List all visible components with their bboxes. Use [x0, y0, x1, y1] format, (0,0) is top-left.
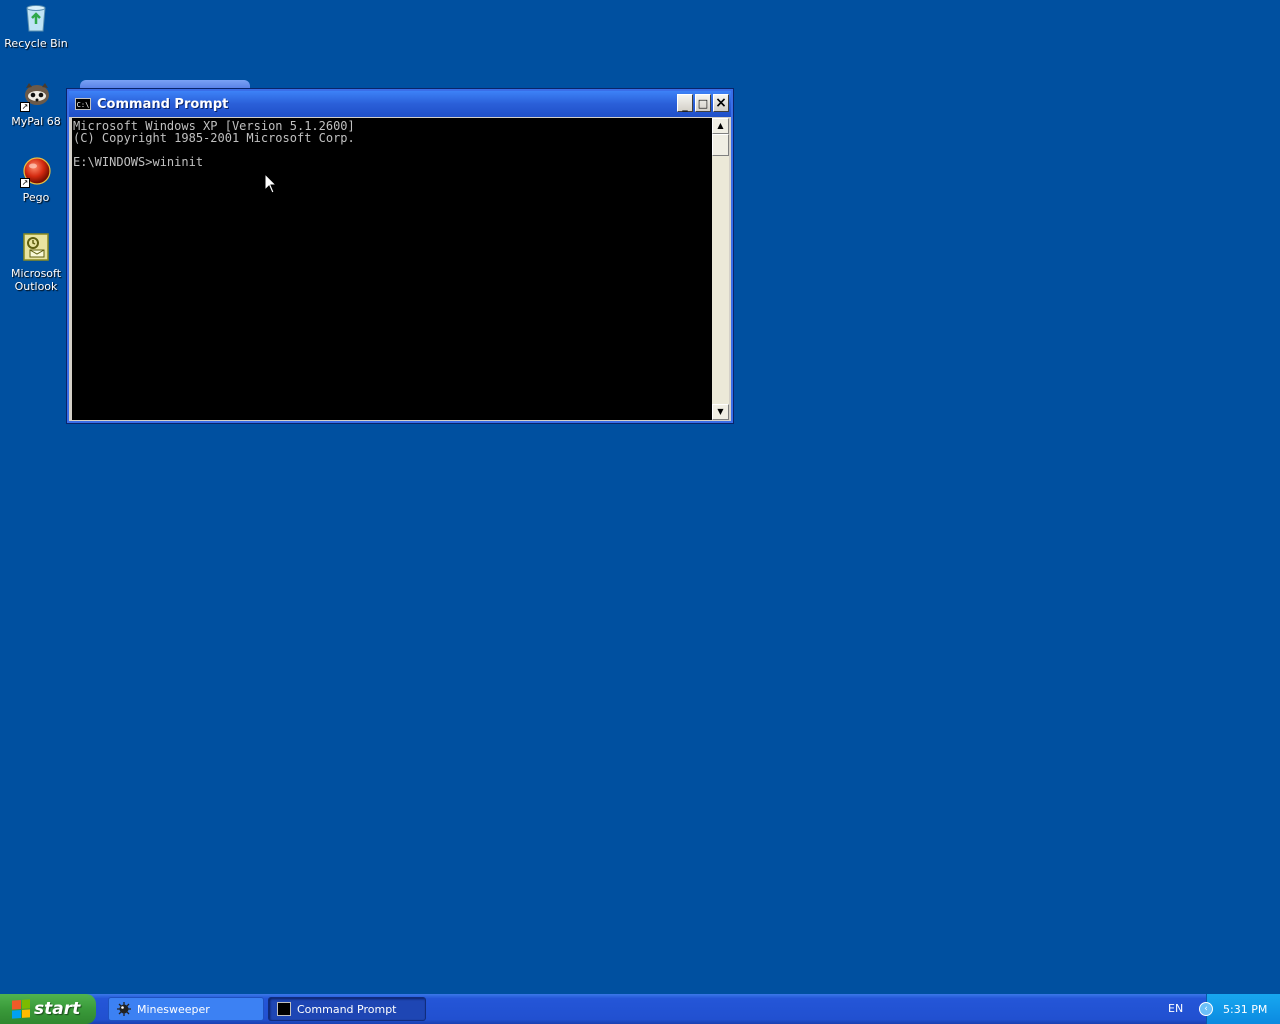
maximize-icon: □ — [697, 96, 709, 110]
desktop-icon-label: Pego — [22, 191, 50, 204]
scroll-up-button[interactable]: ▲ — [712, 118, 729, 134]
window-titlebar[interactable]: C:\ Command Prompt _ □ × — [69, 91, 731, 117]
desktop-icon-label: Recycle Bin — [4, 37, 68, 50]
scrollbar-thumb[interactable] — [712, 134, 729, 156]
desktop-icon-pego[interactable]: ↗ Pego — [4, 156, 68, 204]
mypal-icon: ↗ — [20, 80, 52, 112]
minimize-button[interactable]: _ — [677, 94, 693, 112]
cmd-icon[interactable]: C:\ — [75, 98, 91, 110]
close-button[interactable]: × — [713, 94, 729, 112]
shortcut-arrow-icon: ↗ — [20, 102, 30, 112]
start-label: start — [34, 999, 81, 1019]
outlook-icon — [20, 232, 52, 264]
arrow-up-icon: ▲ — [717, 121, 724, 130]
minimize-icon: _ — [682, 98, 688, 112]
scroll-down-button[interactable]: ▼ — [712, 404, 729, 420]
task-label: Command Prompt — [297, 1002, 397, 1016]
maximize-button[interactable]: □ — [695, 94, 711, 112]
vertical-scrollbar[interactable]: ▲ ▼ — [712, 118, 729, 420]
show-hidden-icons-icon[interactable]: ‹ — [1199, 1002, 1213, 1016]
console-text: Microsoft Windows XP [Version 5.1.2600] … — [73, 119, 355, 169]
windows-logo-icon — [12, 999, 30, 1019]
start-button[interactable]: start — [0, 994, 96, 1024]
taskbar-button-minesweeper[interactable]: Minesweeper — [108, 997, 264, 1021]
pego-icon: ↗ — [20, 156, 52, 188]
taskbar: start Minesweeper Command Prompt EN ‹ 5:… — [0, 994, 1280, 1024]
language-indicator[interactable]: EN — [1168, 994, 1183, 1024]
system-tray: ‹ 5:31 PM — [1199, 994, 1280, 1024]
task-label: Minesweeper — [137, 1002, 210, 1016]
clock[interactable]: 5:31 PM — [1223, 1003, 1267, 1016]
mouse-cursor-icon — [264, 173, 278, 194]
window-title: Command Prompt — [97, 96, 229, 112]
shortcut-arrow-icon: ↗ — [20, 178, 30, 188]
desktop-icon-label: Microsoft Outlook — [10, 267, 62, 293]
recycle-bin-icon — [20, 2, 52, 34]
arrow-down-icon: ▼ — [717, 407, 724, 416]
desktop-icon-outlook[interactable]: Microsoft Outlook — [4, 232, 68, 293]
desktop-icon-mypal[interactable]: ↗ MyPal 68 — [4, 80, 68, 128]
desktop-icon-recycle-bin[interactable]: Recycle Bin — [4, 2, 68, 50]
cmd-icon — [277, 1002, 291, 1016]
close-icon: × — [715, 95, 727, 111]
desktop-icon-label: MyPal 68 — [11, 115, 61, 128]
console-output-area[interactable]: Microsoft Windows XP [Version 5.1.2600] … — [72, 118, 712, 420]
command-prompt-window[interactable]: C:\ Command Prompt _ □ × Microsoft Windo… — [66, 88, 734, 424]
minesweeper-icon — [117, 1002, 131, 1016]
taskbar-button-command-prompt[interactable]: Command Prompt — [268, 997, 426, 1021]
